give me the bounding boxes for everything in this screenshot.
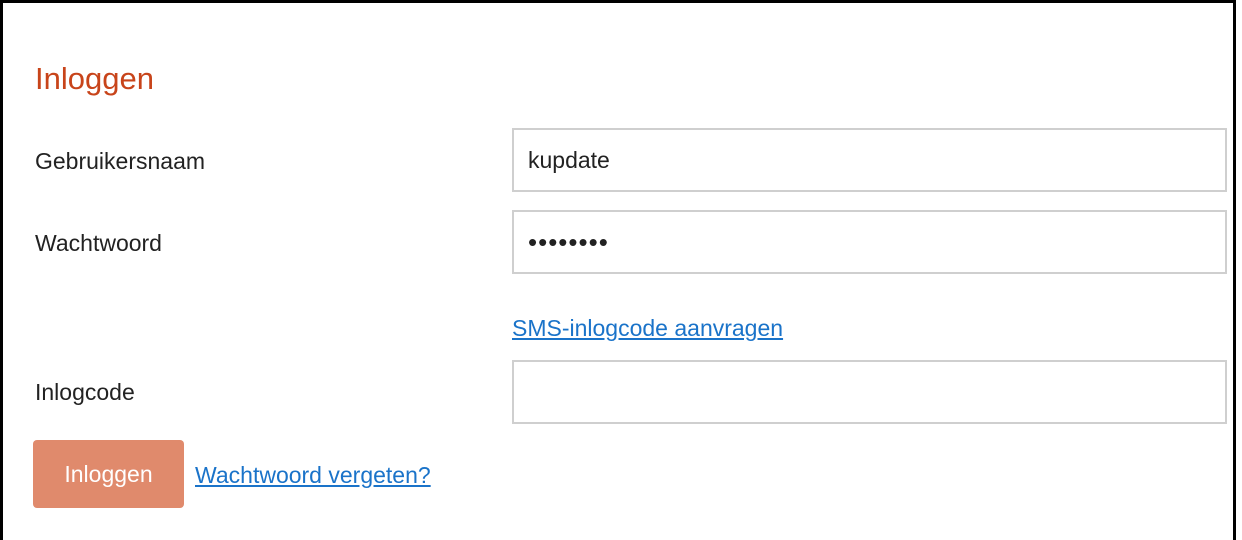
login-button[interactable]: Inloggen <box>33 440 184 508</box>
username-label: Gebruikersnaam <box>35 148 206 174</box>
login-code-input[interactable] <box>512 360 1227 424</box>
username-input[interactable] <box>512 128 1227 192</box>
form-title: Inloggen <box>35 61 154 96</box>
login-code-label: Inlogcode <box>35 379 135 405</box>
login-panel: Inloggen Gebruikersnaam Wachtwoord SMS-i… <box>0 0 1236 540</box>
password-input[interactable] <box>512 210 1227 274</box>
forgot-password-link[interactable]: Wachtwoord vergeten? <box>195 462 431 489</box>
sms-code-request-link[interactable]: SMS-inlogcode aanvragen <box>512 315 783 342</box>
password-label: Wachtwoord <box>35 230 162 256</box>
